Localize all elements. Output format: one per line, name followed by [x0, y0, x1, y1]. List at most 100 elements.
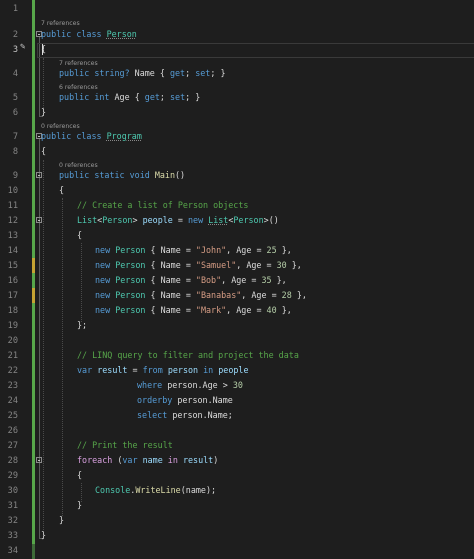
code-line[interactable]: new Person { Name = "John", Age = 25 },: [95, 243, 292, 258]
token-method: WriteLine: [135, 485, 181, 495]
token-operator: >: [222, 380, 228, 390]
token-property: Age: [231, 275, 247, 285]
token-property: Name: [160, 245, 181, 255]
fold-toggle-icon[interactable]: [36, 457, 42, 463]
token-comment: // Print the result: [77, 440, 173, 450]
token-punct: ;: [185, 92, 191, 102]
code-line[interactable]: public int Age { get; set; }: [59, 90, 200, 105]
token-property: Name: [160, 260, 181, 270]
token-property: Name: [160, 275, 181, 285]
token-keyword: from: [142, 365, 163, 375]
token-punct: {: [77, 230, 83, 240]
code-line[interactable]: Console.WriteLine(name);: [95, 483, 216, 498]
token-keyword: int: [94, 92, 110, 102]
token-keyword: public: [59, 68, 90, 78]
code-line[interactable]: foreach (var name in result): [77, 453, 218, 468]
pencil-icon[interactable]: ✎: [20, 42, 25, 52]
token-punct: {: [159, 68, 165, 78]
line-number: 20: [7, 336, 18, 346]
token-punct: }: [77, 500, 83, 510]
code-line[interactable]: where person.Age > 30: [137, 378, 243, 393]
token-number: 40: [266, 305, 277, 315]
code-line[interactable]: List<Person> people = new List<Person>(): [77, 213, 279, 228]
code-line[interactable]: var result = from person in people: [77, 363, 249, 378]
line-number: 30: [7, 486, 18, 496]
token-keyword: public: [41, 29, 72, 39]
code-line[interactable]: }: [59, 513, 64, 528]
code-line[interactable]: public class Person: [41, 27, 137, 42]
line-number: 33: [7, 531, 18, 541]
code-line[interactable]: new Person { Name = "Bob", Age = 35 },: [95, 273, 287, 288]
token-number: 30: [276, 260, 287, 270]
line-number: 8: [12, 147, 18, 157]
token-punct: },: [291, 260, 302, 270]
token-punct: ,: [221, 275, 227, 285]
token-string: "Banabas": [195, 290, 242, 300]
fold-toggle-icon[interactable]: [36, 217, 42, 223]
code-line[interactable]: }: [41, 105, 46, 120]
token-punct: {: [150, 260, 156, 270]
fold-guide: [39, 139, 40, 538]
line-number: 6: [12, 108, 18, 118]
token-property: Name: [134, 68, 155, 78]
token-expression: person.Age: [167, 380, 218, 390]
token-variable: people: [142, 215, 173, 225]
line-number: 2: [12, 30, 18, 40]
code-line[interactable]: // Create a list of Person objects: [77, 198, 248, 213]
token-keyword: orderby: [137, 395, 173, 405]
token-keyword: select: [137, 410, 168, 420]
token-property: Age: [114, 92, 130, 102]
token-comment: // LINQ query to filter and project the …: [77, 350, 299, 360]
token-keyword: var: [122, 455, 138, 465]
token-expression: person.Name;: [172, 410, 233, 420]
code-line[interactable]: }: [77, 498, 82, 513]
line-number: 21: [7, 351, 18, 361]
line-number: 4: [12, 69, 18, 79]
codelens-references[interactable]: 7 references: [41, 20, 80, 27]
line-number: 19: [7, 321, 18, 331]
token-operator: =: [266, 260, 272, 270]
line-number: 23: [7, 381, 18, 391]
token-keyword: var: [77, 365, 93, 375]
token-type: Person: [115, 305, 146, 315]
line-number: 25: [7, 411, 18, 421]
code-line[interactable]: {: [59, 183, 64, 198]
line-number-current: 3: [12, 45, 18, 55]
token-punct: }: [220, 68, 226, 78]
code-line[interactable]: new Person { Name = "Banabas", Age = 28 …: [95, 288, 307, 303]
code-line[interactable]: new Person { Name = "Samuel", Age = 30 }…: [95, 258, 302, 273]
code-line[interactable]: new Person { Name = "Mark", Age = 40 },: [95, 303, 292, 318]
code-line[interactable]: {: [41, 144, 46, 159]
code-line[interactable]: };: [77, 318, 87, 333]
token-type: List: [77, 215, 98, 225]
token-keyword: get: [144, 92, 160, 102]
code-line[interactable]: // LINQ query to filter and project the …: [77, 348, 299, 363]
token-type: Person: [115, 275, 146, 285]
token-operator: =: [185, 290, 191, 300]
code-line[interactable]: {: [41, 42, 46, 57]
code-line[interactable]: public class Program: [41, 129, 142, 144]
code-line[interactable]: }: [41, 528, 46, 543]
token-property: Age: [236, 305, 252, 315]
token-punct: {: [134, 92, 140, 102]
token-number: 30: [232, 380, 243, 390]
token-punct: (): [175, 170, 186, 180]
code-line[interactable]: {: [77, 468, 82, 483]
token-punct: >: [132, 215, 138, 225]
code-line[interactable]: public string? Name { get; set; }: [59, 66, 225, 81]
token-keyword: in: [203, 365, 214, 375]
fold-toggle-icon[interactable]: [36, 172, 42, 178]
token-keyword: new: [95, 260, 111, 270]
token-method: Main: [154, 170, 176, 180]
token-control-keyword: in: [167, 455, 178, 465]
code-line[interactable]: // Print the result: [77, 438, 173, 453]
token-variable: name: [142, 455, 163, 465]
code-line[interactable]: {: [77, 228, 82, 243]
code-line[interactable]: orderby person.Name: [137, 393, 233, 408]
token-punct: ;: [185, 68, 191, 78]
token-punct: {: [77, 470, 83, 480]
token-keyword: new: [95, 305, 111, 315]
code-line[interactable]: public static void Main(): [59, 168, 185, 183]
line-number: 28: [7, 456, 18, 466]
code-line[interactable]: select person.Name;: [137, 408, 233, 423]
